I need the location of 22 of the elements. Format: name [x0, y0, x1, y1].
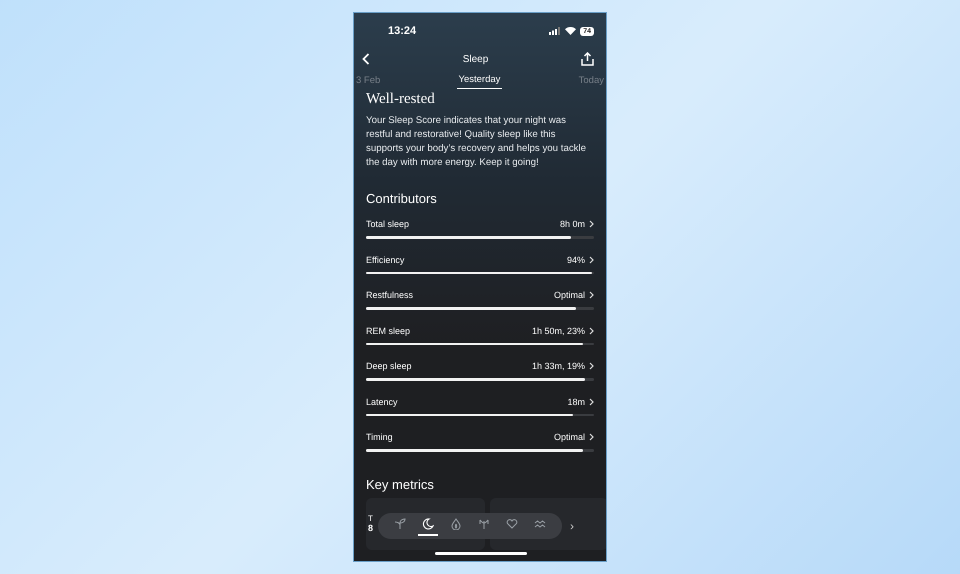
contributor-name: Efficiency — [366, 254, 406, 264]
contributor-value: 8h 0m — [560, 219, 585, 229]
contributor-value: 94% — [566, 254, 585, 264]
section-heading: Key metrics — [366, 476, 435, 492]
contributor-value: 1h 50m, 23% — [532, 326, 585, 336]
summary-text: Your Sleep Score indicates that your night was restful and restorative! Quality sleep like this supports your body’s recovery and helps you tackle the day with more energy. Keep it going! — [366, 114, 588, 170]
contributor-value: Optimal — [554, 432, 585, 442]
screen-title: Sleep — [462, 54, 488, 64]
contributor-name: Restfulness — [366, 290, 414, 300]
contributor-name: Timing — [366, 432, 394, 442]
status-time: 13:24 — [388, 25, 416, 37]
contributor-name: Total sleep — [366, 219, 410, 229]
contributor-value: 1h 33m, 19% — [532, 361, 585, 371]
contributor-name: Latency — [366, 396, 399, 406]
contributor-value: Optimal — [554, 290, 585, 300]
summary-title: Well-rested — [366, 91, 436, 108]
section-heading: Contributors — [366, 191, 438, 206]
contributor-name: REM sleep — [366, 326, 412, 336]
contributor-name: Deep sleep — [366, 361, 413, 371]
metric-label: T — [368, 514, 373, 523]
metric-value: 8 — [368, 523, 374, 533]
contributor-value: 18m — [567, 396, 585, 406]
